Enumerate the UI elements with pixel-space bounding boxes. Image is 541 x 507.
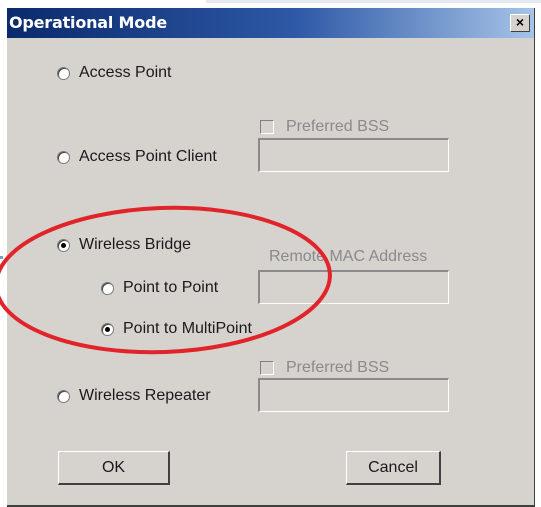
red-ellipse xyxy=(0,205,332,355)
highlight-ellipse-annotation xyxy=(0,205,332,355)
